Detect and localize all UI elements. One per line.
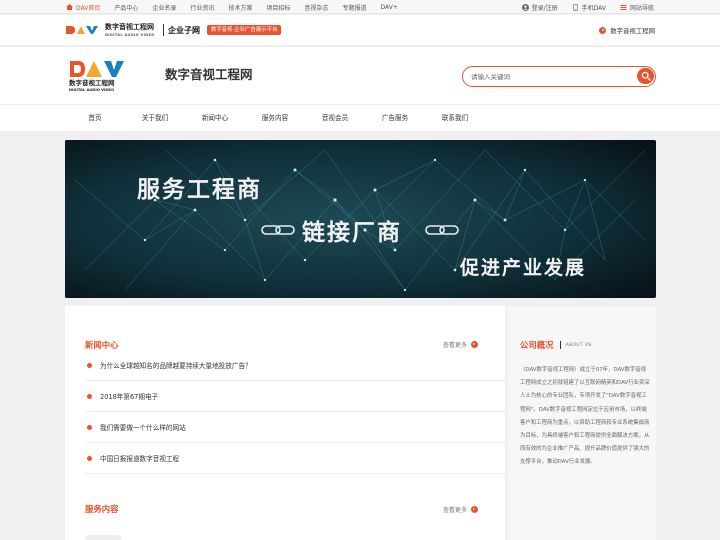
logo-cn-text: 数字音视工程网 bbox=[69, 78, 115, 87]
enterprise-subtitle: 企业子网 bbox=[168, 26, 200, 35]
dav-logo[interactable]: 数字音视工程网 DIGITAL AUDIO VIDEO bbox=[68, 59, 132, 93]
sitemap-label: 网站导航 bbox=[629, 4, 654, 12]
bullet-icon bbox=[87, 424, 92, 430]
hero-banner[interactable]: 服务工程商 链接厂商 促进产业发展 bbox=[65, 140, 656, 298]
top-link-news[interactable]: 行业资讯 bbox=[190, 3, 214, 12]
brand-small-en: DIGITAL AUDIO VIDEO bbox=[105, 33, 155, 37]
nav-home[interactable]: 首页 bbox=[67, 105, 123, 132]
top-link-products[interactable]: 产品中心 bbox=[114, 3, 138, 12]
news-item-title: 2018年第67期电子 bbox=[100, 393, 159, 401]
top-link-davplus[interactable]: DAV+ bbox=[380, 4, 397, 11]
services-more-link[interactable]: 查看更多 bbox=[443, 505, 479, 514]
service-tab-placeholder[interactable] bbox=[85, 535, 121, 540]
about-title-en: ABOUT US bbox=[565, 342, 592, 348]
login-label: 登录/注册 bbox=[531, 4, 558, 12]
news-more-label: 查看更多 bbox=[443, 342, 468, 349]
news-item-title: 为什么全球越知名的品牌越要持续大量地投放广告？ bbox=[100, 362, 252, 370]
logo-en-text: DIGITAL AUDIO VIDEO bbox=[69, 88, 114, 92]
banner-line-2: 链接厂商 bbox=[302, 219, 402, 246]
arrow-right-icon bbox=[471, 506, 479, 513]
services-more-label: 查看更多 bbox=[443, 507, 468, 514]
nav-about[interactable]: 关于我们 bbox=[127, 105, 183, 132]
about-title: 公司概况 ABOUT US bbox=[520, 339, 592, 351]
top-link-directory[interactable]: 企业名录 bbox=[152, 3, 176, 12]
about-panel: 公司概况 ABOUT US （DAV数字音视工程网）成立于07年，DAV数字音视… bbox=[508, 306, 656, 540]
top-link-label: DAV首页 bbox=[76, 4, 101, 12]
news-item-title: 中国日报报道数字音视工程 bbox=[100, 455, 180, 463]
search-input[interactable] bbox=[471, 70, 631, 83]
top-link-magazine[interactable]: 音视杂志 bbox=[304, 3, 328, 12]
news-item[interactable]: 我们需要做一个什么样的网站 bbox=[85, 412, 505, 443]
nav-news[interactable]: 新闻中心 bbox=[187, 105, 243, 132]
search-icon bbox=[641, 71, 651, 81]
content-left: 新闻中心 查看更多 为什么全球越知名的品牌越要持续大量地投放广告？ 2018年第… bbox=[65, 306, 505, 540]
news-item[interactable]: 2018年第67期电子 bbox=[85, 381, 505, 412]
site-name: 数字音视工程网 bbox=[165, 67, 253, 82]
home-icon bbox=[66, 4, 73, 10]
banner-line-1: 服务工程商 bbox=[137, 176, 262, 203]
main-nav: 首页 关于我们 新闻中心 服务内容 音视会员 广告服务 联系我们 bbox=[0, 104, 720, 131]
news-item-title: 我们需要做一个什么样的网站 bbox=[100, 424, 186, 432]
top-nav: DAV首页 产品中心 企业名录 行业资讯 技术方案 项目招标 音视杂志 专题报道… bbox=[66, 3, 412, 12]
services-section-title: 服务内容 bbox=[85, 504, 119, 514]
back-to-main-link[interactable]: 数字音视工程网 bbox=[599, 26, 655, 35]
brand-small: 数字音视工程网 DIGITAL AUDIO VIDEO bbox=[105, 24, 155, 39]
divider bbox=[163, 24, 164, 36]
bullet-icon bbox=[87, 393, 92, 399]
user-icon bbox=[521, 3, 529, 11]
top-link-home[interactable]: DAV首页 bbox=[66, 3, 100, 12]
news-item[interactable]: 中国日报报道数字音视工程 bbox=[85, 443, 505, 474]
arrow-right-icon bbox=[599, 27, 607, 34]
nav-members[interactable]: 音视会员 bbox=[307, 105, 363, 132]
top-nav-right: 登录/注册 手机DAV 网站导航 bbox=[521, 3, 654, 12]
mobile-label: 手机DAV bbox=[581, 4, 606, 12]
sitemap-link[interactable]: 网站导航 bbox=[620, 3, 654, 12]
search-button[interactable] bbox=[637, 68, 654, 84]
nav-services[interactable]: 服务内容 bbox=[247, 105, 303, 132]
search-box bbox=[462, 66, 656, 87]
brand-small-cn: 数字音视工程网 bbox=[105, 23, 154, 31]
arrow-right-icon bbox=[471, 341, 479, 348]
site-header: 数字音视工程网 DIGITAL AUDIO VIDEO 数字音视工程网 bbox=[0, 47, 720, 104]
top-link-special[interactable]: 专题报道 bbox=[342, 3, 366, 12]
bullet-icon bbox=[87, 362, 92, 368]
top-bar: DAV首页 产品中心 企业名录 行业资讯 技术方案 项目招标 音视杂志 专题报道… bbox=[0, 0, 720, 14]
bullet-icon bbox=[87, 455, 92, 461]
menu-icon bbox=[620, 4, 627, 10]
news-list: 为什么全球越知名的品牌越要持续大量地投放广告？ 2018年第67期电子 我们需要… bbox=[85, 350, 505, 474]
phone-icon bbox=[573, 3, 578, 11]
top-link-tenders[interactable]: 项目招标 bbox=[266, 3, 290, 12]
login-link[interactable]: 登录/注册 bbox=[521, 3, 558, 12]
banner-line-3: 促进产业发展 bbox=[460, 257, 587, 279]
divider bbox=[559, 341, 561, 349]
about-title-cn: 公司概况 bbox=[520, 340, 554, 350]
nav-ads[interactable]: 广告服务 bbox=[367, 105, 423, 132]
dav-logo-small[interactable] bbox=[66, 24, 102, 36]
chain-link-icon bbox=[261, 225, 295, 235]
back-to-main-label: 数字音视工程网 bbox=[610, 27, 655, 35]
enterprise-badge: 数字音视·企业广告展示平台 bbox=[207, 25, 282, 35]
nav-contact[interactable]: 联系我们 bbox=[427, 105, 483, 132]
news-more-link[interactable]: 查看更多 bbox=[443, 340, 479, 349]
about-text: （DAV数字音视工程网）成立于07年，DAV数字音视工程网成立之初就组建了以互联… bbox=[520, 367, 650, 466]
mobile-link[interactable]: 手机DAV bbox=[572, 3, 606, 12]
news-item[interactable]: 为什么全球越知名的品牌越要持续大量地投放广告？ bbox=[85, 350, 505, 381]
enterprise-strip: 数字音视工程网 DIGITAL AUDIO VIDEO 企业子网 数字音视·企业… bbox=[0, 15, 720, 46]
top-link-solutions[interactable]: 技术方案 bbox=[228, 3, 252, 12]
chain-link-icon bbox=[425, 225, 459, 235]
